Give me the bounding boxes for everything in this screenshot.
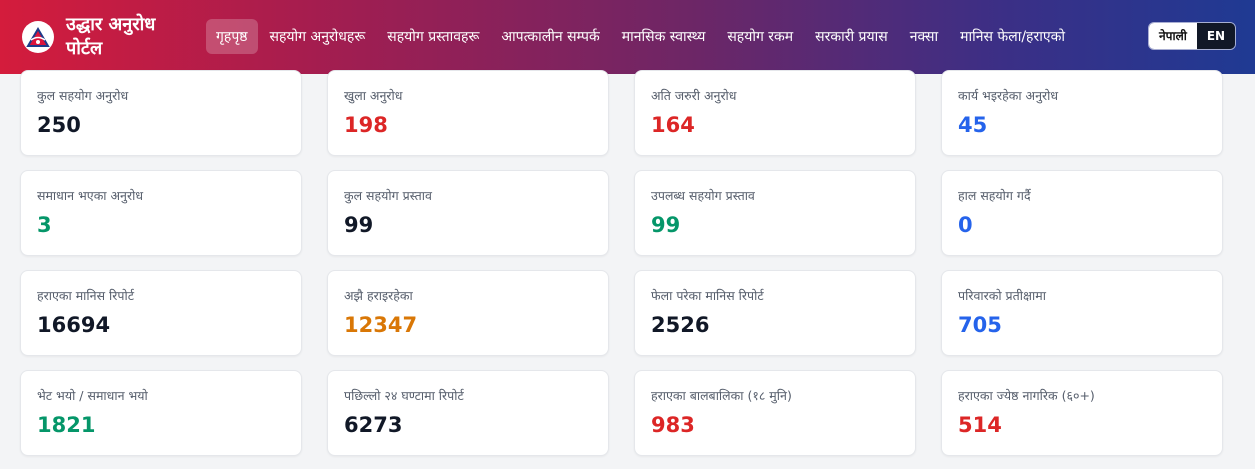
- stat-card: हाल सहयोग गर्दै 0: [941, 170, 1223, 256]
- stat-label: अझै हराइरहेका: [344, 288, 413, 303]
- stat-label: उपलब्ध सहयोग प्रस्ताव: [651, 188, 755, 203]
- lang-english-button[interactable]: EN: [1196, 23, 1236, 49]
- brand[interactable]: उद्धार अनुरोध पोर्टल: [22, 10, 186, 64]
- lang-nepali-button[interactable]: नेपाली: [1149, 23, 1197, 49]
- nepal-emblem-icon: [22, 21, 54, 53]
- stat-label: परिवारको प्रतीक्षामा: [958, 288, 1046, 303]
- stat-label: हराएका बालबालिका (१८ मुनि): [651, 388, 792, 403]
- nav-item-7[interactable]: नक्सा: [900, 19, 948, 54]
- stat-value: 99: [344, 213, 374, 237]
- stat-card: फेला परेका मानिस रिपोर्ट 2526: [634, 270, 916, 356]
- stat-value: 983: [651, 413, 695, 437]
- stat-label: कुल सहयोग प्रस्ताव: [344, 188, 432, 203]
- app-title: उद्धार अनुरोध पोर्टल: [66, 14, 156, 59]
- stat-card: पछिल्लो २४ घण्टामा रिपोर्ट 6273: [327, 370, 609, 456]
- stat-card: हराएका बालबालिका (१८ मुनि) 983: [634, 370, 916, 456]
- stat-label: भेट भयो / समाधान भयो: [37, 388, 148, 403]
- stat-label: खुला अनुरोध: [344, 88, 403, 103]
- stat-card: हराएका ज्येष्ठ नागरिक (६०+) 514: [941, 370, 1223, 456]
- stat-card: अति जरुरी अनुरोध 164: [634, 70, 916, 156]
- stat-value: 99: [651, 213, 681, 237]
- nav-item-3[interactable]: आपत्कालीन सम्पर्क: [491, 19, 609, 54]
- stat-label: हराएका ज्येष्ठ नागरिक (६०+): [958, 388, 1095, 403]
- stat-value: 1821: [37, 413, 96, 437]
- stat-card: अझै हराइरहेका 12347: [327, 270, 609, 356]
- stat-label: कुल सहयोग अनुरोध: [37, 88, 129, 103]
- nav-item-5[interactable]: सहयोग रकम: [717, 19, 803, 54]
- stat-card: परिवारको प्रतीक्षामा 705: [941, 270, 1223, 356]
- nav-item-0[interactable]: गृहपृष्ठ: [206, 18, 258, 54]
- main-nav: गृहपृष्ठ सहयोग अनुरोधहरू सहयोग प्रस्तावहरू…: [206, 18, 1077, 54]
- stat-card: कुल सहयोग अनुरोध 250: [20, 70, 302, 156]
- top-header: उद्धार अनुरोध पोर्टल गृहपृष्ठ सहयोग अनुरो…: [0, 0, 1255, 74]
- nav-item-4[interactable]: मानसिक स्वास्थ्य: [612, 19, 716, 54]
- stat-label: हराएका मानिस रिपोर्ट: [37, 288, 135, 303]
- stat-card: उपलब्ध सहयोग प्रस्ताव 99: [634, 170, 916, 256]
- stat-label: अति जरुरी अनुरोध: [651, 88, 737, 103]
- nav-item-1[interactable]: सहयोग अनुरोधहरू: [260, 19, 376, 54]
- language-toggle: नेपाली EN: [1148, 22, 1237, 50]
- stat-value: 514: [958, 413, 1002, 437]
- stat-value: 12347: [344, 313, 418, 337]
- stat-value: 2526: [651, 313, 710, 337]
- stat-value: 198: [344, 113, 388, 137]
- stat-value: 6273: [344, 413, 403, 437]
- nav-item-2[interactable]: सहयोग प्रस्तावहरू: [377, 19, 489, 54]
- stat-card: समाधान भएका अनुरोध 3: [20, 170, 302, 256]
- stat-value: 250: [37, 113, 81, 137]
- stat-card: कार्य भइरहेका अनुरोध 45: [941, 70, 1223, 156]
- stat-label: फेला परेका मानिस रिपोर्ट: [651, 288, 764, 303]
- stat-value: 45: [958, 113, 988, 137]
- stat-label: पछिल्लो २४ घण्टामा रिपोर्ट: [344, 388, 464, 403]
- stat-label: कार्य भइरहेका अनुरोध: [958, 88, 1059, 103]
- stat-value: 164: [651, 113, 695, 137]
- stat-value: 3: [37, 213, 52, 237]
- stat-card: खुला अनुरोध 198: [327, 70, 609, 156]
- stat-value: 705: [958, 313, 1002, 337]
- nav-item-6[interactable]: सरकारी प्रयास: [805, 19, 898, 54]
- stat-value: 16694: [37, 313, 111, 337]
- stat-label: समाधान भएका अनुरोध: [37, 188, 144, 203]
- stat-card: हराएका मानिस रिपोर्ट 16694: [20, 270, 302, 356]
- stat-value: 0: [958, 213, 973, 237]
- stat-card: भेट भयो / समाधान भयो 1821: [20, 370, 302, 456]
- stat-label: हाल सहयोग गर्दै: [958, 188, 1031, 203]
- nav-item-8[interactable]: मानिस फेला/हराएको: [950, 19, 1075, 54]
- stat-card: कुल सहयोग प्रस्ताव 99: [327, 170, 609, 256]
